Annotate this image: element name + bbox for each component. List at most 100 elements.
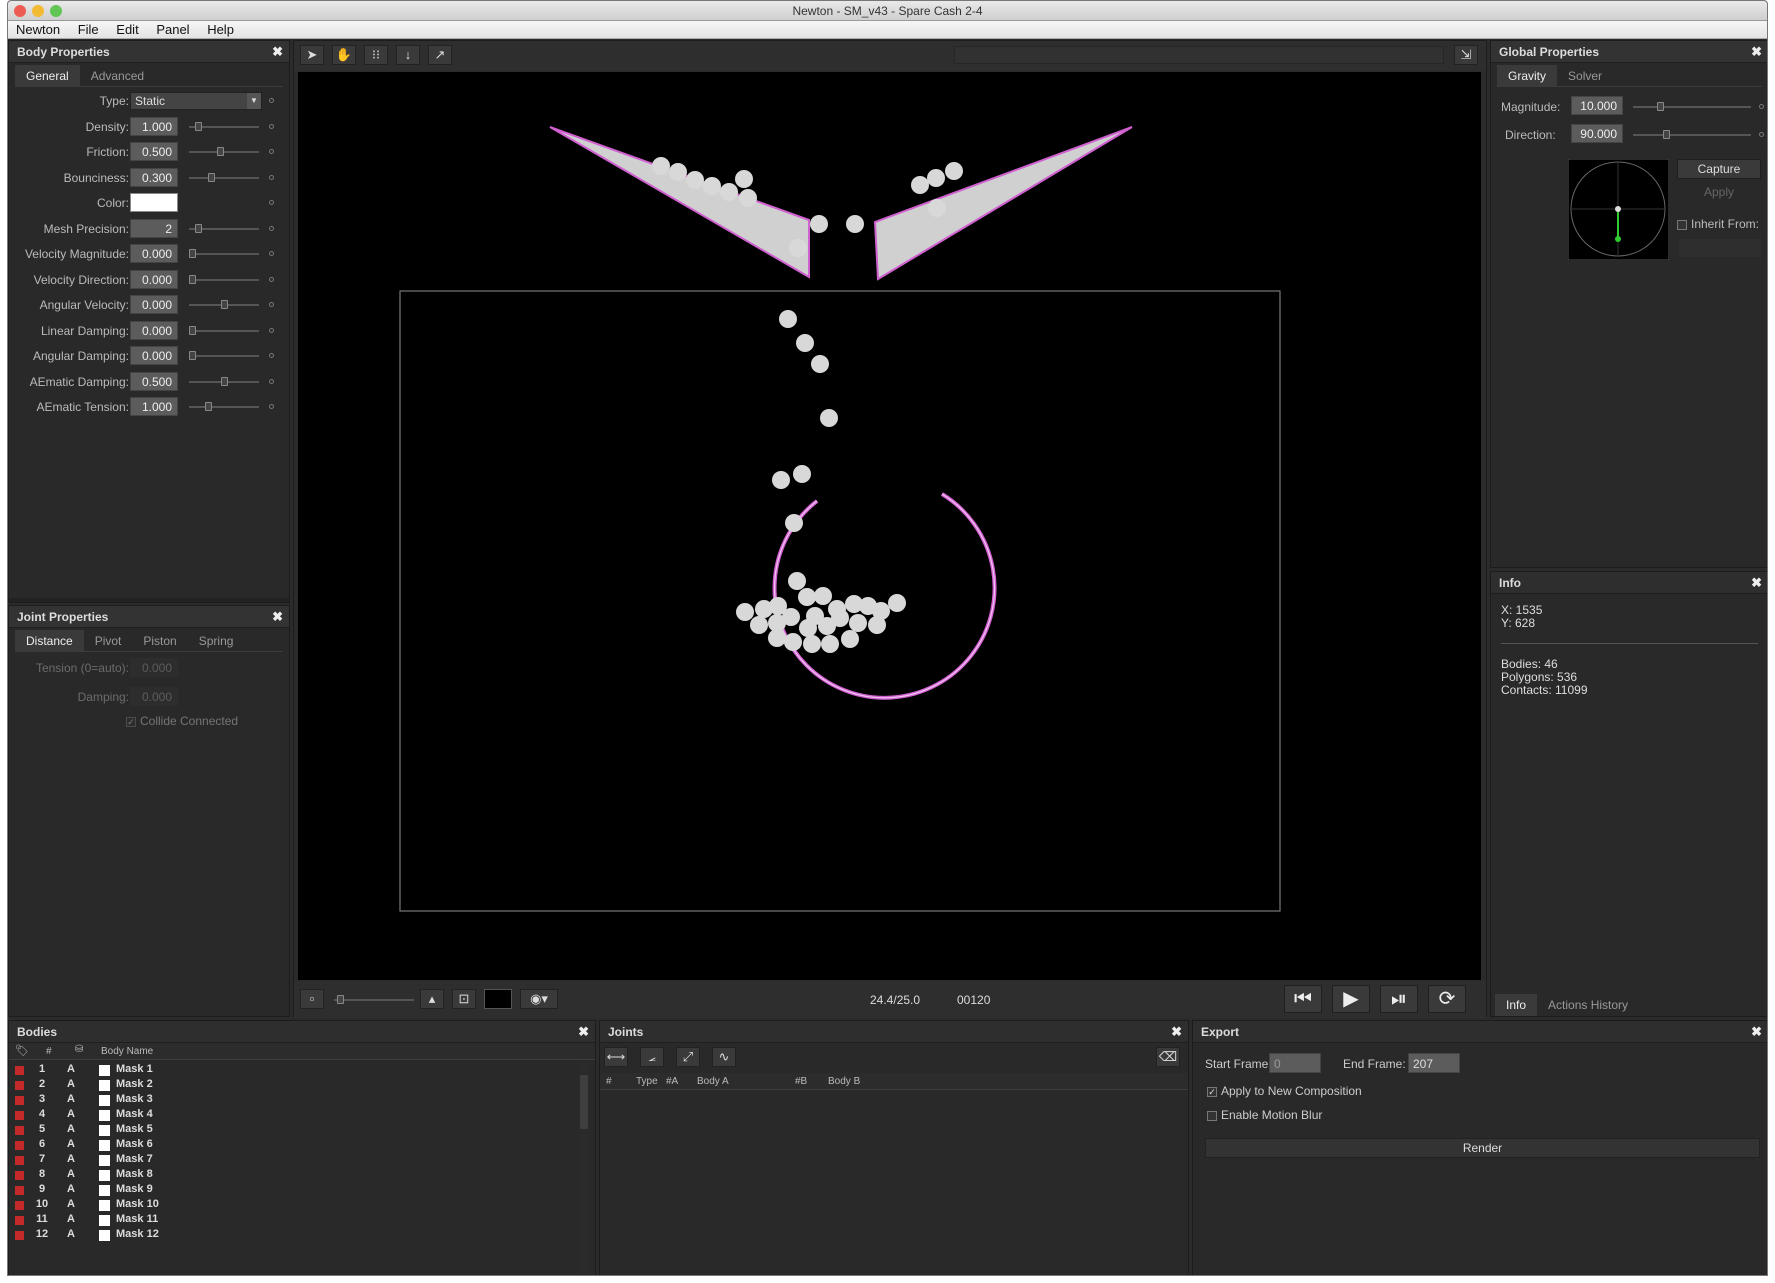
menu-panel[interactable]: Panel [156,22,189,37]
zoom-window-button[interactable] [50,5,62,17]
play-icon[interactable]: ▶ [1332,985,1370,1013]
aematic-damping-field[interactable]: 0.500 [130,371,178,391]
slider-knob[interactable] [221,376,228,386]
ball-body[interactable] [810,215,828,233]
tab-gravity[interactable]: Gravity [1497,65,1558,86]
direction-slider[interactable] [1633,130,1751,139]
close-icon[interactable]: ✖ [578,1021,589,1043]
ball-body[interactable] [785,514,803,532]
table-row[interactable]: 7 A Mask 7 [9,1153,575,1168]
ball-body[interactable] [888,594,906,612]
slider-knob[interactable] [217,147,224,156]
table-row[interactable]: 6 A Mask 6 [9,1138,575,1153]
ball-body[interactable] [772,471,790,489]
hand-tool-icon[interactable]: ✋ [332,45,356,65]
ball-body[interactable] [811,355,829,373]
ball-body[interactable] [755,600,773,618]
menu-help[interactable]: Help [207,22,234,37]
ball-body[interactable] [814,587,832,605]
col-type[interactable]: Type [636,1076,658,1087]
close-window-button[interactable] [14,5,26,17]
keyframe-dot-icon[interactable] [269,174,274,180]
keyframe-dot-icon[interactable] [1759,132,1764,137]
keyframe-dot-icon[interactable] [269,225,274,231]
menu-edit[interactable]: Edit [116,22,138,37]
ball-body[interactable] [779,310,797,328]
close-icon[interactable]: ✖ [272,41,283,63]
col-body-name[interactable]: Body Name [101,1046,153,1057]
slider-knob[interactable] [195,121,202,131]
body-color-swatch[interactable] [99,1095,110,1106]
velocity-direction-field[interactable]: 0.000 [130,269,178,289]
mesh-precision-field[interactable]: 2 [130,218,178,238]
ball-body[interactable] [736,603,754,621]
aematic-tension-field[interactable]: 1.000 [130,397,178,416]
body-color-swatch[interactable] [99,1125,110,1136]
keyframe-dot-icon[interactable] [269,302,274,307]
render-button[interactable]: Render [1205,1138,1760,1158]
body-color-swatch[interactable] [99,1215,110,1226]
table-row[interactable]: 3 A Mask 3 [9,1093,575,1108]
bodies-scrollbar[interactable] [579,1061,589,1275]
tab-pivot[interactable]: Pivot [84,630,133,651]
slider-knob[interactable] [208,172,215,182]
viewport-search-bar[interactable] [954,46,1444,64]
gravity-direction-dial[interactable] [1568,159,1669,260]
body-color-swatch[interactable] [99,1140,110,1151]
skip-back-icon[interactable]: ⏮ [1284,985,1322,1013]
velocity-magnitude-field[interactable]: 0.000 [130,244,178,263]
ball-body[interactable] [945,162,963,180]
density-field[interactable]: 1.000 [130,116,178,136]
tension-field[interactable]: 0.000 [130,658,178,677]
aematic-tension-slider[interactable] [189,402,259,411]
tab-advanced[interactable]: Advanced [80,65,155,86]
table-row[interactable]: 1 A Mask 1 [9,1063,575,1078]
end-frame-field[interactable]: 207 [1408,1053,1460,1073]
select-tool-icon[interactable]: ➤ [300,45,324,65]
ball-body[interactable] [669,163,687,181]
label-color-swatch[interactable] [15,1111,24,1120]
col-number[interactable]: # [46,1046,52,1057]
ball-body[interactable] [652,157,670,175]
label-color-swatch[interactable] [15,1231,24,1240]
simulation-canvas[interactable] [298,72,1481,980]
col-body-a[interactable]: Body A [697,1076,729,1087]
inherit-from-dropdown[interactable] [1679,239,1761,257]
label-color-swatch[interactable] [15,1171,24,1180]
table-row[interactable]: 2 A Mask 2 [9,1078,575,1093]
menu-newton[interactable]: Newton [16,22,60,37]
velocity-magnitude-slider[interactable] [189,249,259,258]
close-icon[interactable]: ✖ [1751,1021,1762,1043]
angular-damping-slider[interactable] [189,351,259,360]
keyframe-dot-icon[interactable] [1759,104,1764,109]
angular-velocity-field[interactable]: 0.000 [130,295,178,314]
spring-joint-icon[interactable]: ∿ [712,1047,736,1067]
export-icon[interactable]: ⇲ [1454,45,1478,65]
body-color-swatch[interactable] [99,1170,110,1181]
angular-velocity-slider[interactable] [189,300,259,309]
fit-view-icon[interactable]: ⊡ [452,989,476,1009]
ball-body[interactable] [796,334,814,352]
keyframe-dot-icon[interactable] [269,149,274,154]
tab-actions-history[interactable]: Actions History [1537,994,1639,1016]
color-swatch[interactable] [130,193,178,212]
label-color-swatch[interactable] [15,1066,24,1075]
col-a-number[interactable]: #A [666,1076,678,1087]
body-color-swatch[interactable] [99,1080,110,1091]
ball-body[interactable] [739,189,757,207]
menu-file[interactable]: File [78,22,99,37]
body-color-swatch[interactable] [99,1230,110,1241]
close-icon[interactable]: ✖ [1751,41,1762,63]
keyframe-dot-icon[interactable] [269,98,274,103]
col-joint-number[interactable]: # [606,1076,612,1087]
inherit-from-checkbox[interactable]: Inherit From: [1677,217,1759,231]
close-icon[interactable]: ✖ [272,606,283,628]
slider-knob[interactable] [189,274,196,284]
ball-body[interactable] [818,617,836,635]
delete-joint-icon[interactable]: ⌫ [1156,1047,1180,1067]
friction-slider[interactable] [189,147,259,156]
keyframe-dot-icon[interactable] [269,353,274,358]
ball-body[interactable] [720,183,738,201]
magnitude-field[interactable]: 10.000 [1571,96,1623,115]
piston-joint-icon[interactable]: ⤢ [676,1047,700,1067]
